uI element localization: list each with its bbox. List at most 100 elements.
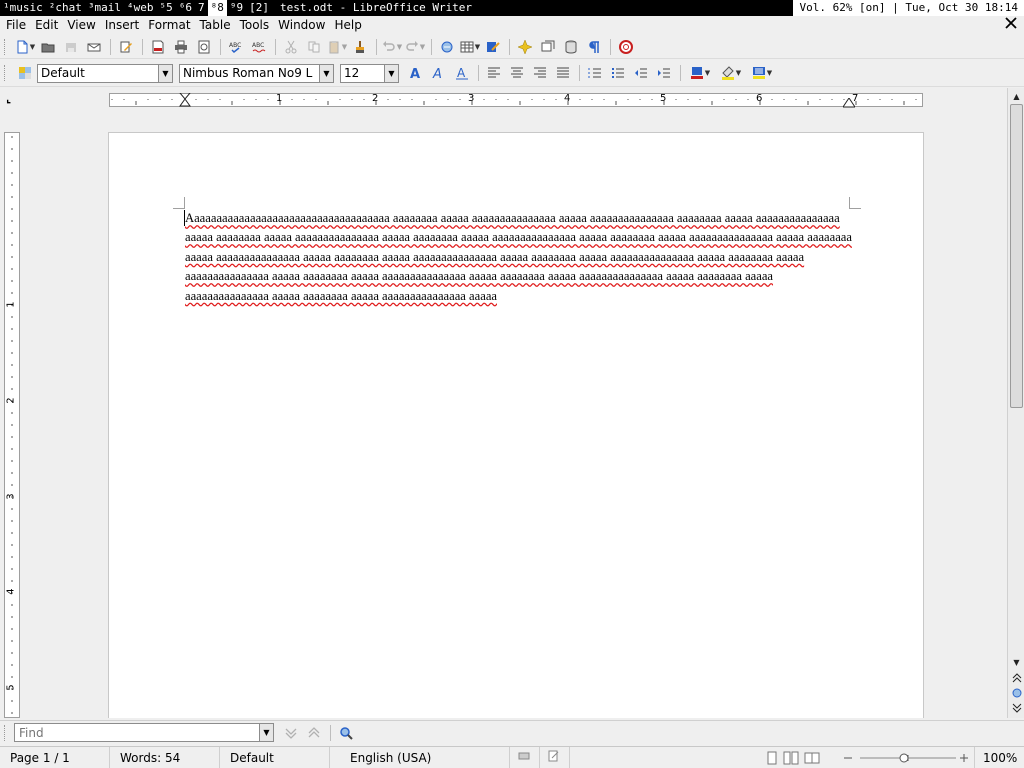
single-page-view-icon[interactable] bbox=[766, 751, 778, 765]
print-button[interactable] bbox=[170, 37, 192, 57]
help-button[interactable] bbox=[615, 37, 637, 57]
find-previous-button[interactable] bbox=[303, 723, 325, 743]
previous-page-button[interactable] bbox=[1009, 671, 1024, 685]
workspace-tag-active[interactable]: ⁸8 bbox=[207, 0, 227, 16]
undo-button[interactable]: ▼ bbox=[381, 37, 403, 57]
spellcheck-button[interactable]: ABC bbox=[225, 37, 247, 57]
zoom-slider[interactable] bbox=[840, 747, 968, 768]
email-button[interactable] bbox=[83, 37, 105, 57]
paragraph-style-combo[interactable]: Default ▼ bbox=[37, 63, 173, 83]
align-center-button[interactable] bbox=[506, 63, 528, 83]
document-canvas[interactable]: Aaaaaaaaaaaaaaaaaaaaaaaaaaaaaaaaaaaa aaa… bbox=[22, 112, 1007, 718]
numbering-button[interactable] bbox=[584, 63, 606, 83]
menu-help[interactable]: Help bbox=[331, 16, 367, 34]
workspace-tag[interactable]: ²chat bbox=[46, 0, 85, 16]
save-button[interactable] bbox=[60, 37, 82, 57]
cut-button[interactable] bbox=[280, 37, 302, 57]
toolbar-grip[interactable] bbox=[4, 724, 8, 741]
menu-file[interactable]: File bbox=[3, 16, 32, 34]
workspace-tag[interactable]: 7 bbox=[195, 0, 208, 16]
workspace-tag[interactable]: ⁵5 bbox=[157, 0, 176, 16]
horizontal-ruler[interactable]: 1 2 3 4 5 6 7 bbox=[109, 93, 923, 108]
italic-button[interactable]: A bbox=[428, 63, 450, 83]
layout-indicator[interactable]: [2] bbox=[246, 0, 272, 16]
scroll-down-button[interactable]: ▼ bbox=[1009, 655, 1024, 669]
menu-format[interactable]: Format bbox=[145, 16, 196, 34]
chevron-down-icon[interactable]: ▼ bbox=[319, 64, 333, 82]
chevron-down-icon[interactable]: ▼ bbox=[158, 64, 172, 82]
menu-edit[interactable]: Edit bbox=[32, 16, 64, 34]
new-document-button[interactable]: ▼ bbox=[14, 37, 36, 57]
font-color-button[interactable]: ▼ bbox=[685, 63, 715, 83]
align-right-button[interactable] bbox=[529, 63, 551, 83]
justify-button[interactable] bbox=[552, 63, 574, 83]
open-button[interactable] bbox=[37, 37, 59, 57]
formatting-marks-button[interactable] bbox=[583, 37, 605, 57]
clone-formatting-button[interactable] bbox=[349, 37, 371, 57]
workspace-tag[interactable]: ⁹9 bbox=[227, 0, 246, 16]
paste-button[interactable]: ▼ bbox=[326, 37, 348, 57]
workspace-tag[interactable]: ⁶6 bbox=[176, 0, 195, 16]
show-draw-functions-button[interactable] bbox=[482, 37, 504, 57]
font-name-combo[interactable]: Nimbus Roman No9 L ▼ bbox=[179, 63, 334, 83]
language[interactable]: English (USA) bbox=[330, 746, 510, 768]
find-replace-button[interactable] bbox=[335, 723, 357, 743]
next-page-button[interactable] bbox=[1009, 701, 1024, 715]
document-page[interactable]: Aaaaaaaaaaaaaaaaaaaaaaaaaaaaaaaaaaaa aaa… bbox=[108, 132, 924, 718]
navigator-star-icon bbox=[518, 39, 532, 54]
multi-page-view-icon[interactable] bbox=[783, 751, 799, 765]
vertical-scrollbar[interactable]: ▲ ▼ bbox=[1007, 88, 1024, 718]
menu-window[interactable]: Window bbox=[275, 16, 331, 34]
menu-tools[interactable]: Tools bbox=[237, 16, 276, 34]
scrollbar-thumb[interactable] bbox=[1010, 104, 1023, 408]
align-left-button[interactable] bbox=[483, 63, 505, 83]
underline-button[interactable]: A bbox=[451, 63, 473, 83]
menu-table[interactable]: Table bbox=[197, 16, 237, 34]
menu-view[interactable]: View bbox=[64, 16, 101, 34]
workspace-tag[interactable]: ¹music bbox=[0, 0, 46, 16]
insert-mode-indicator[interactable] bbox=[510, 746, 540, 768]
edit-file-button[interactable] bbox=[115, 37, 137, 57]
vertical-ruler[interactable]: 1 2 3 4 5 bbox=[4, 132, 20, 718]
toolbar-grip[interactable] bbox=[4, 38, 8, 55]
export-pdf-button[interactable] bbox=[147, 37, 169, 57]
workspace-tag[interactable]: ⁴web bbox=[124, 0, 157, 16]
find-next-button[interactable] bbox=[280, 723, 302, 743]
data-sources-button[interactable] bbox=[560, 37, 582, 57]
font-size-combo[interactable]: 12 ▼ bbox=[340, 63, 399, 83]
book-view-icon[interactable] bbox=[804, 751, 820, 765]
print-preview-button[interactable] bbox=[193, 37, 215, 57]
close-document-button[interactable] bbox=[1004, 16, 1018, 30]
bullets-button[interactable] bbox=[607, 63, 629, 83]
bold-button[interactable]: A bbox=[405, 63, 427, 83]
increase-indent-button[interactable] bbox=[653, 63, 675, 83]
word-count[interactable]: Words: 54 bbox=[110, 746, 220, 768]
decrease-indent-button[interactable] bbox=[630, 63, 652, 83]
menu-insert[interactable]: Insert bbox=[102, 16, 145, 34]
redo-button[interactable]: ▼ bbox=[404, 37, 426, 57]
autospellcheck-button[interactable]: ABC bbox=[248, 37, 270, 57]
workspace-tag[interactable]: ³mail bbox=[85, 0, 124, 16]
background-color-button[interactable]: ▼ bbox=[747, 63, 777, 83]
tab-stop-selector-icon[interactable]: ⌞ bbox=[6, 92, 11, 105]
document-body-text[interactable]: Aaaaaaaaaaaaaaaaaaaaaaaaaaaaaaaaaaaa aaa… bbox=[185, 209, 855, 306]
chevron-down-icon[interactable]: ▼ bbox=[260, 723, 274, 742]
highlighting-button[interactable]: ▼ bbox=[716, 63, 746, 83]
copy-button[interactable] bbox=[303, 37, 325, 57]
zoom-percentage[interactable]: 100% bbox=[974, 747, 1024, 768]
page-count[interactable]: Page 1 / 1 bbox=[0, 746, 110, 768]
gallery-button[interactable] bbox=[537, 37, 559, 57]
find-input[interactable] bbox=[14, 723, 260, 742]
indent-marker-icon[interactable] bbox=[179, 93, 191, 107]
right-indent-marker-icon[interactable] bbox=[843, 98, 855, 108]
insert-table-button[interactable]: ▼ bbox=[459, 37, 481, 57]
navigator-button[interactable] bbox=[514, 37, 536, 57]
page-style[interactable]: Default bbox=[220, 746, 330, 768]
navigation-button[interactable] bbox=[1009, 686, 1024, 700]
document-modified-indicator[interactable] bbox=[540, 746, 570, 768]
hyperlink-button[interactable] bbox=[436, 37, 458, 57]
chevron-down-icon[interactable]: ▼ bbox=[384, 64, 398, 82]
toolbar-grip[interactable] bbox=[4, 65, 8, 81]
styles-formatting-button[interactable] bbox=[14, 63, 36, 83]
scroll-up-button[interactable]: ▲ bbox=[1009, 89, 1024, 103]
